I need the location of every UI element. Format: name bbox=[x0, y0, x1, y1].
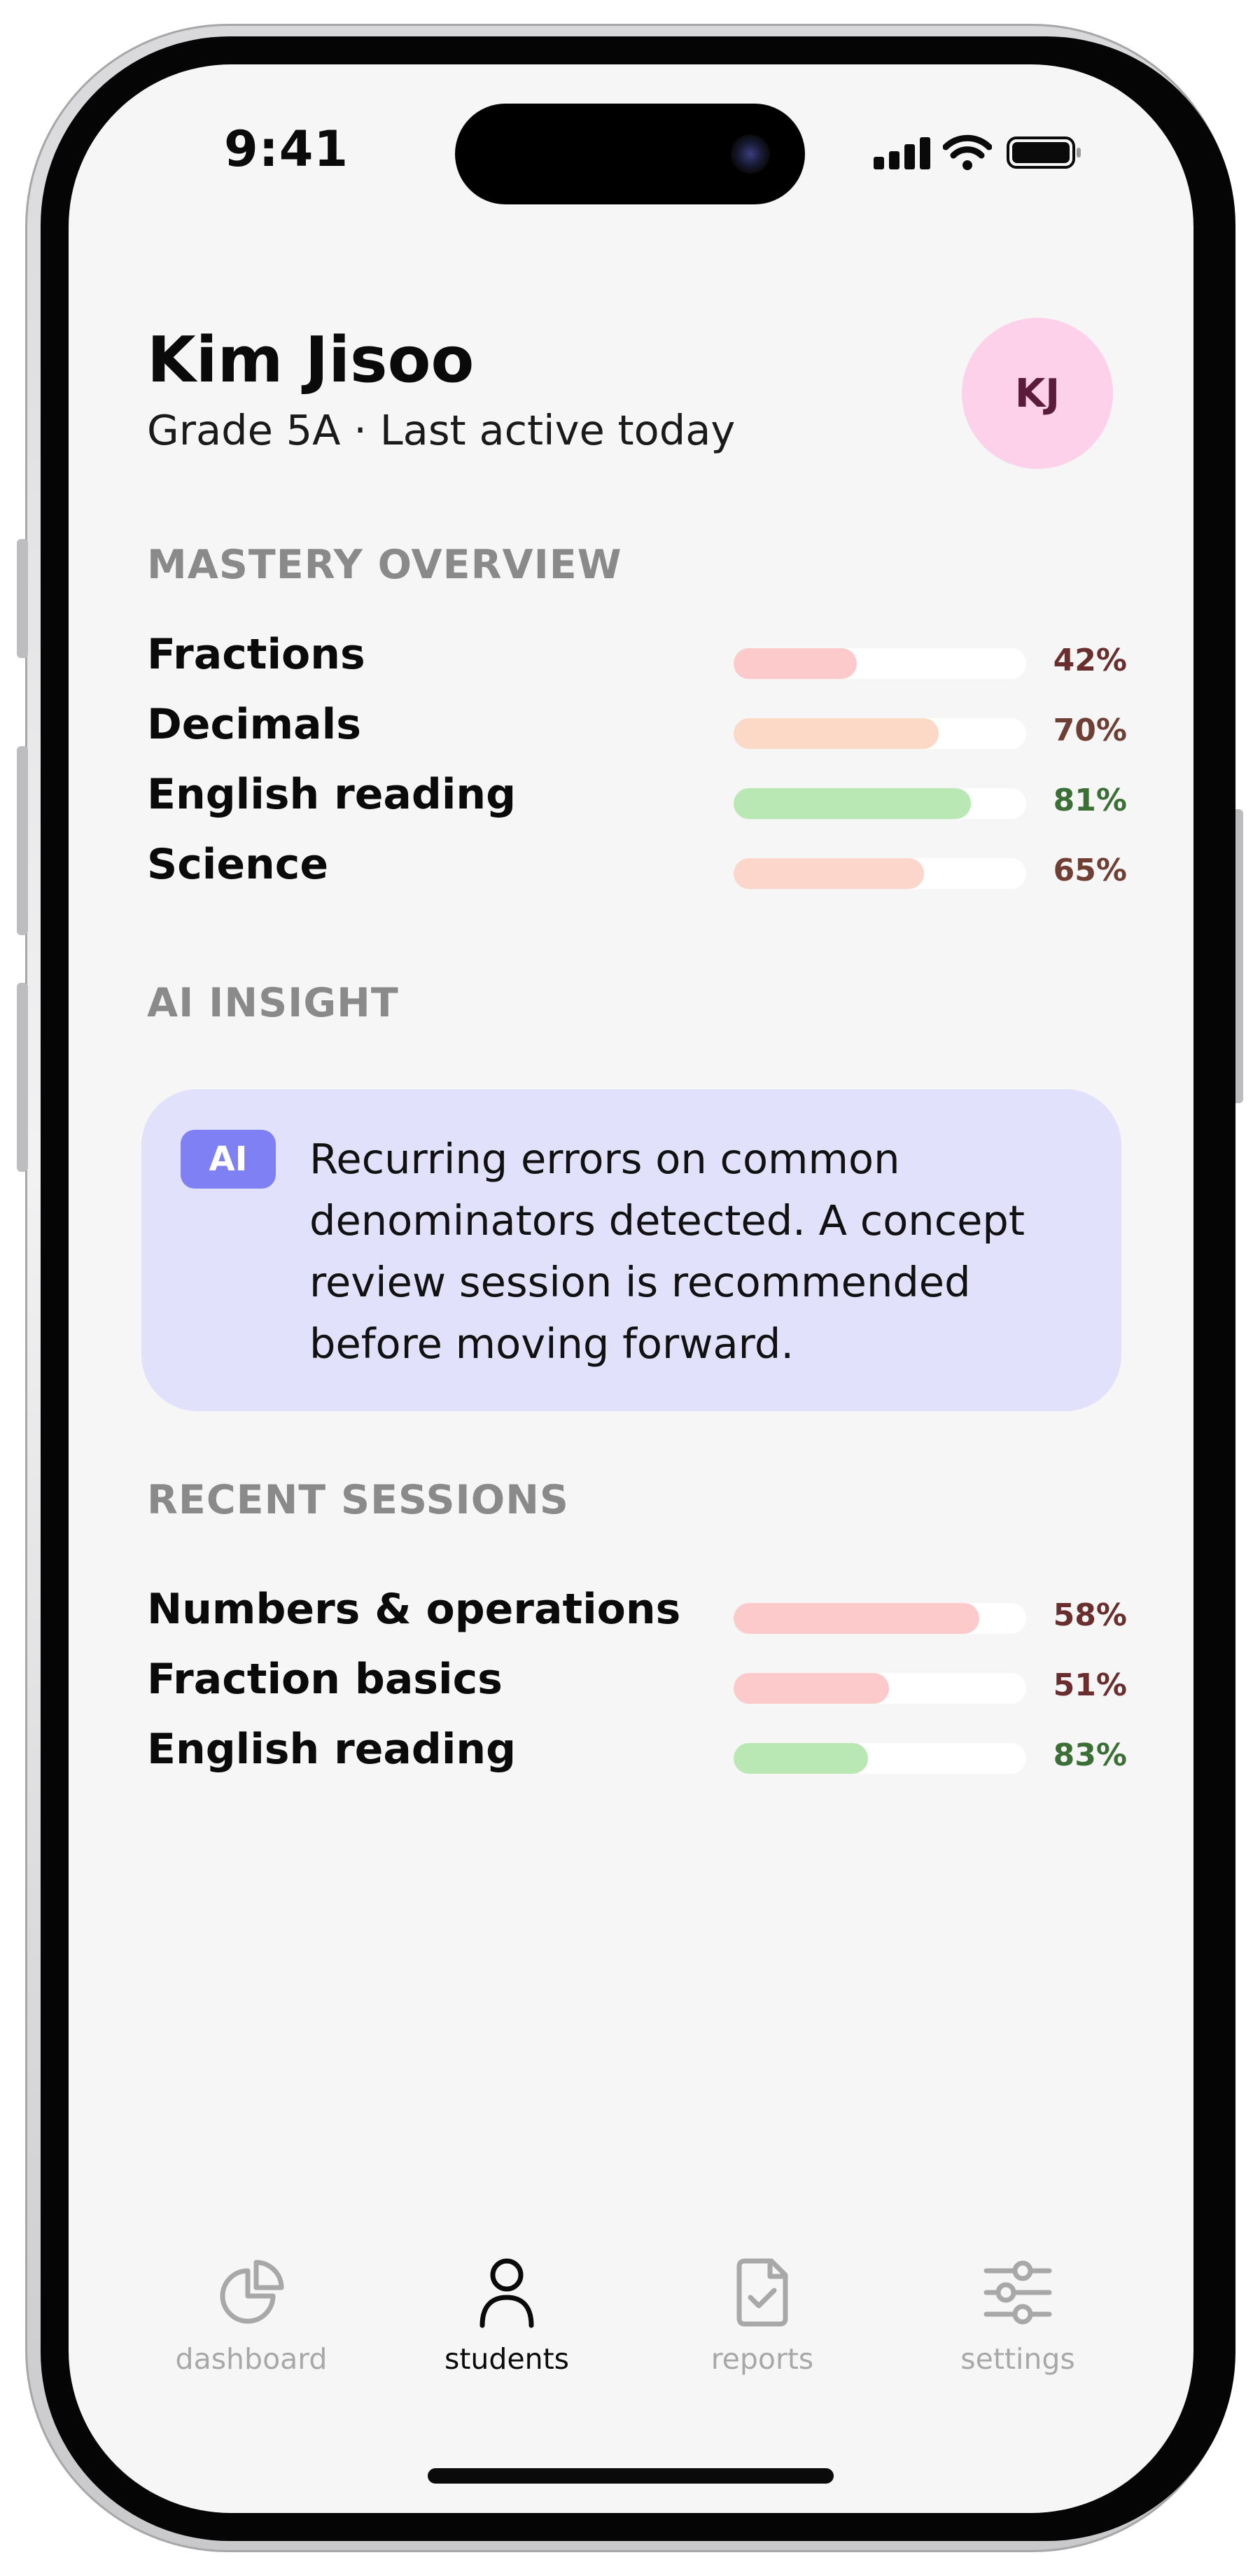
progress-fill bbox=[734, 648, 857, 679]
session-percent: 83% bbox=[1053, 1737, 1127, 1773]
camera-icon bbox=[731, 134, 770, 174]
mastery-row[interactable]: Fractions 42% bbox=[147, 623, 1127, 686]
session-row[interactable]: Fraction basics 51% bbox=[147, 1648, 1127, 1711]
document-check-icon bbox=[736, 2258, 788, 2327]
app-screen: 9:41 Kim Jisoo Grade 5A · Last active to… bbox=[69, 64, 1194, 2513]
volume-down-button bbox=[17, 983, 28, 1172]
progress-track bbox=[734, 788, 1026, 819]
ai-insight-card[interactable]: AI Recurring errors on common denominato… bbox=[141, 1089, 1121, 1411]
person-icon bbox=[479, 2258, 534, 2328]
mastery-percent: 70% bbox=[1053, 713, 1127, 748]
progress-track bbox=[734, 1743, 1026, 1774]
bottom-nav: dashboard students reports settings bbox=[69, 2254, 1194, 2422]
progress-track bbox=[734, 1673, 1026, 1704]
progress-track bbox=[734, 1603, 1026, 1634]
nav-label: dashboard bbox=[175, 2342, 328, 2376]
session-label: English reading bbox=[147, 1725, 517, 1774]
mastery-row[interactable]: Science 65% bbox=[147, 833, 1127, 896]
progress-track bbox=[734, 858, 1026, 889]
mastery-percent: 42% bbox=[1053, 643, 1127, 678]
session-percent: 51% bbox=[1053, 1667, 1127, 1703]
status-icons bbox=[874, 132, 1083, 174]
pie-chart-icon bbox=[220, 2260, 284, 2324]
nav-item-students[interactable]: students bbox=[402, 2254, 612, 2376]
progress-fill bbox=[734, 1603, 980, 1634]
sessions-section-title: RECENT SESSIONS bbox=[147, 1477, 569, 1523]
nav-item-reports[interactable]: reports bbox=[657, 2254, 867, 2376]
progress-track bbox=[734, 718, 1026, 749]
mastery-percent: 81% bbox=[1053, 783, 1127, 818]
progress-fill bbox=[734, 1743, 869, 1774]
ai-insight-text: Recurring errors on common denominators … bbox=[309, 1135, 1026, 1368]
progress-track bbox=[734, 648, 1026, 679]
student-name: Kim Jisoo bbox=[147, 323, 475, 397]
battery-icon bbox=[1007, 136, 1081, 169]
status-time: 9:41 bbox=[224, 120, 349, 178]
nav-label: settings bbox=[960, 2342, 1075, 2376]
avatar[interactable]: KJ bbox=[962, 318, 1113, 469]
mastery-row[interactable]: Decimals 70% bbox=[147, 693, 1127, 756]
progress-fill bbox=[734, 1673, 889, 1704]
action-button bbox=[17, 539, 28, 658]
ai-badge: AI bbox=[181, 1130, 276, 1189]
progress-fill bbox=[734, 718, 939, 749]
mastery-percent: 65% bbox=[1053, 853, 1127, 888]
nav-label: students bbox=[444, 2342, 570, 2376]
session-label: Numbers & operations bbox=[147, 1585, 681, 1634]
mastery-label: English reading bbox=[147, 770, 517, 819]
session-label: Fraction basics bbox=[147, 1655, 503, 1704]
progress-fill bbox=[734, 858, 924, 889]
sliders-icon bbox=[983, 2260, 1052, 2325]
mastery-section-title: MASTERY OVERVIEW bbox=[147, 542, 622, 588]
nav-item-settings[interactable]: settings bbox=[913, 2254, 1123, 2376]
nav-item-dashboard[interactable]: dashboard bbox=[146, 2254, 356, 2376]
mastery-row[interactable]: English reading 81% bbox=[147, 763, 1127, 826]
insight-section-title: AI INSIGHT bbox=[147, 980, 399, 1026]
session-row[interactable]: Numbers & operations 58% bbox=[147, 1578, 1127, 1641]
mastery-label: Decimals bbox=[147, 700, 361, 749]
volume-up-button bbox=[17, 746, 28, 935]
mastery-label: Fractions bbox=[147, 630, 365, 679]
progress-fill bbox=[734, 788, 971, 819]
session-row[interactable]: English reading 83% bbox=[147, 1718, 1127, 1781]
student-subtitle: Grade 5A · Last active today bbox=[147, 406, 736, 454]
session-percent: 58% bbox=[1053, 1597, 1127, 1633]
home-indicator[interactable] bbox=[428, 2468, 834, 2484]
mastery-label: Science bbox=[147, 840, 329, 889]
wifi-icon bbox=[943, 134, 992, 170]
signal-icon bbox=[874, 136, 930, 169]
dynamic-island bbox=[455, 104, 805, 204]
nav-label: reports bbox=[710, 2342, 814, 2376]
